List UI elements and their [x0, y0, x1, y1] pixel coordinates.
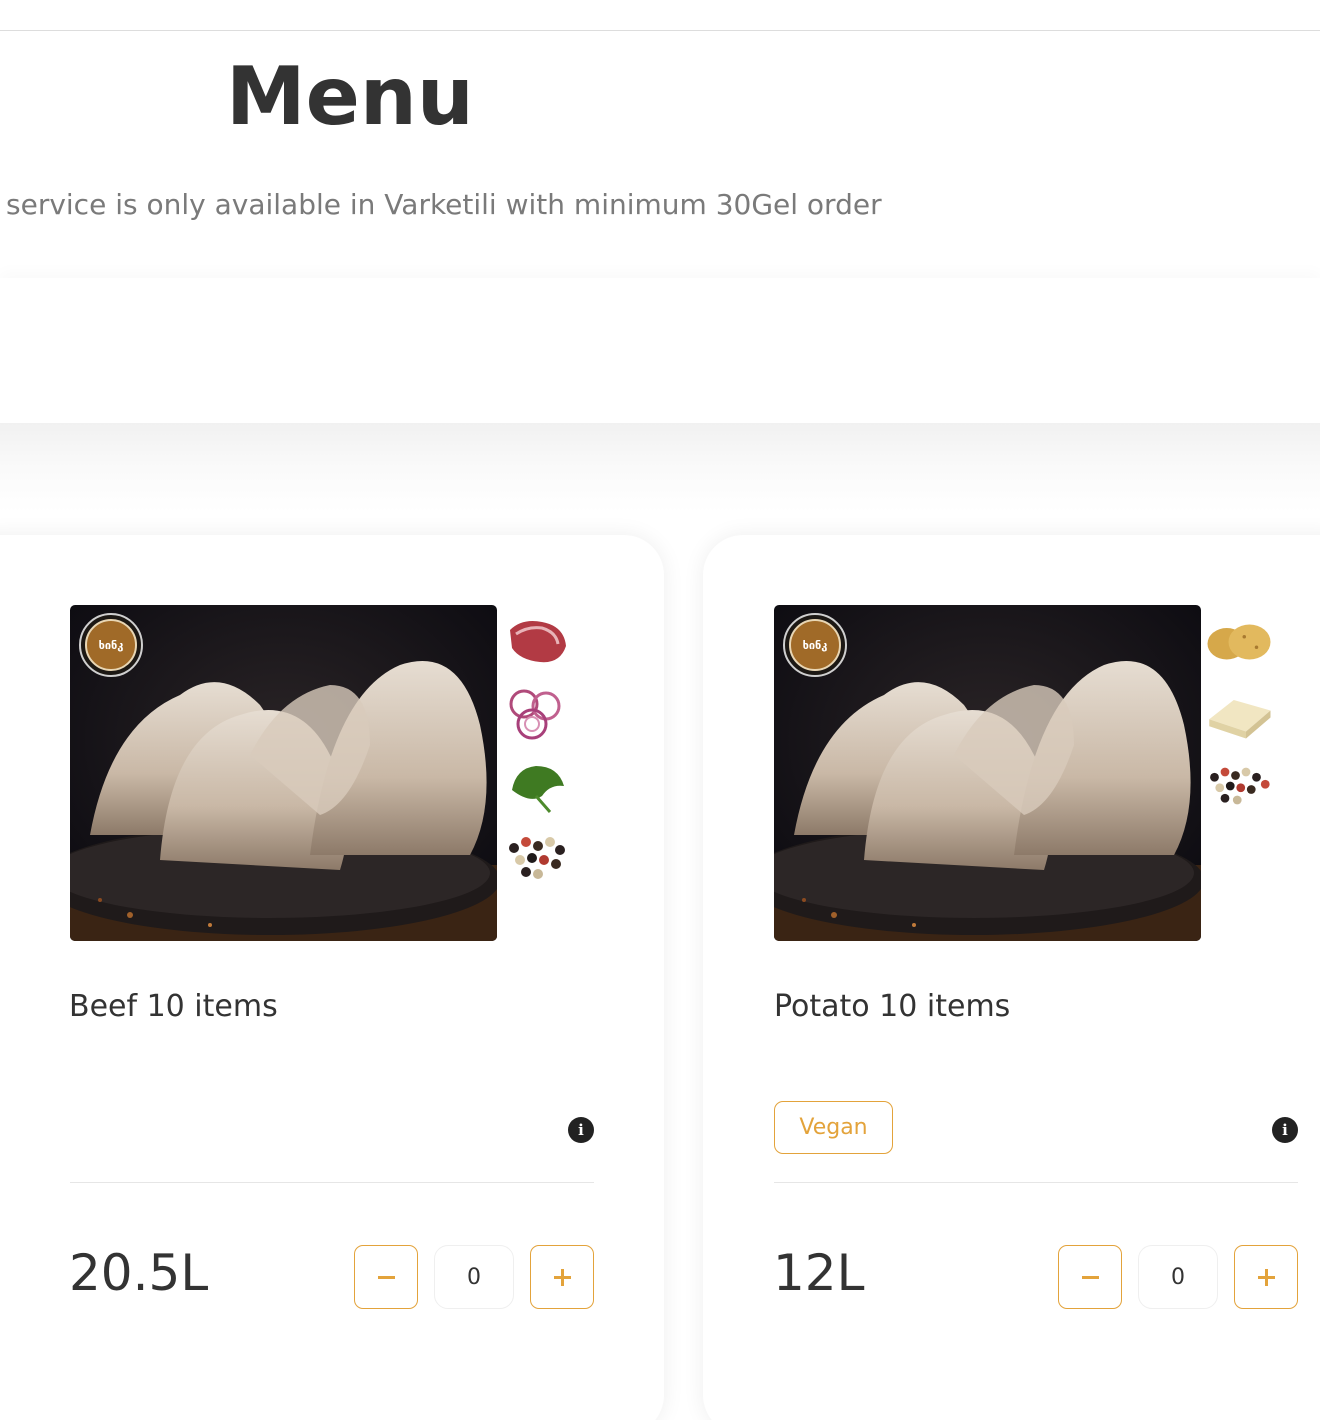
brand-logo-text: ხინკ [85, 619, 137, 671]
brand-logo-text: ხინკ [789, 619, 841, 671]
product-price: 20.5L [69, 1244, 209, 1302]
product-name: Potato 10 items [774, 989, 1011, 1024]
ingredient-list [1204, 612, 1284, 828]
category-bar [0, 278, 1320, 423]
category-bar-shadow [0, 423, 1320, 513]
product-image[interactable]: ხინკ [774, 605, 1201, 941]
onion-icon [509, 689, 561, 740]
info-icon[interactable]: i [1272, 1117, 1298, 1143]
minus-icon [1081, 1275, 1099, 1279]
card-divider [774, 1182, 1298, 1183]
potato-icon [1207, 624, 1271, 660]
decrease-quantity-button[interactable] [1058, 1245, 1122, 1309]
service-notice: service is only available in Varketili w… [6, 188, 882, 221]
butter-icon [1209, 700, 1271, 739]
product-price: 12L [773, 1244, 865, 1302]
plus-icon [553, 1268, 571, 1286]
peppercorn-icon [509, 837, 565, 879]
product-name: Beef 10 items [69, 989, 278, 1024]
info-icon[interactable]: i [568, 1117, 594, 1143]
ingredient-list [502, 612, 582, 900]
increase-quantity-button[interactable] [530, 1245, 594, 1309]
minus-icon [377, 1275, 395, 1279]
quantity-input[interactable] [1138, 1245, 1218, 1309]
brand-logo: ხინკ [783, 613, 847, 677]
beef-icon [510, 621, 566, 663]
brand-logo: ხინკ [79, 613, 143, 677]
decrease-quantity-button[interactable] [354, 1245, 418, 1309]
page-title: Menu [226, 50, 474, 143]
increase-quantity-button[interactable] [1234, 1245, 1298, 1309]
cilantro-icon [512, 766, 564, 813]
card-divider [70, 1182, 594, 1183]
product-image[interactable]: ხინკ [70, 605, 497, 941]
peppercorn-icon [1210, 767, 1270, 805]
vegan-badge: Vegan [774, 1101, 893, 1154]
quantity-input[interactable] [434, 1245, 514, 1309]
plus-icon [1257, 1268, 1275, 1286]
header-divider [0, 30, 1320, 31]
